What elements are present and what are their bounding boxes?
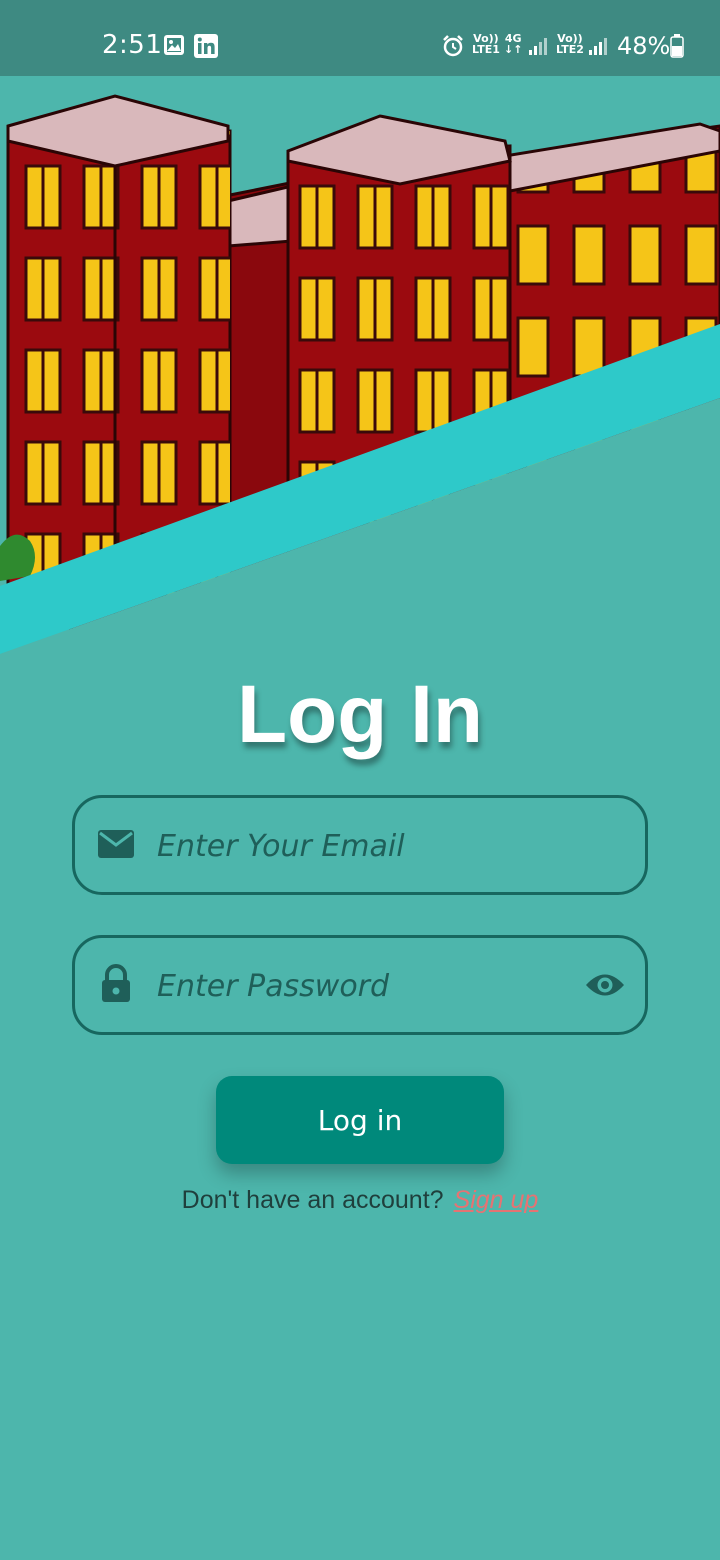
building-illustration (0, 76, 720, 666)
sim1-volte-label: Vo)) LTE1 (472, 32, 500, 56)
password-input[interactable] (157, 960, 577, 1012)
sim2-volte-label: Vo)) LTE2 (556, 32, 584, 56)
battery-percentage: 48% (617, 32, 671, 60)
lock-icon (99, 964, 133, 1009)
signup-link[interactable]: Sign up (454, 1186, 539, 1214)
battery-icon (670, 34, 684, 63)
signal-icon (588, 36, 608, 61)
toggle-password-visibility-icon[interactable] (585, 970, 625, 1005)
login-button[interactable]: Log in (216, 1076, 504, 1164)
gallery-icon (163, 34, 185, 61)
signal-icon (528, 36, 548, 61)
linkedin-icon (194, 34, 218, 63)
email-field[interactable] (72, 795, 648, 895)
password-field[interactable] (72, 935, 648, 1035)
alarm-icon (441, 34, 465, 63)
mail-icon (97, 828, 135, 865)
status-time: 2:51 (102, 30, 163, 60)
network-4g-label: 4G ↓↑ (504, 32, 523, 56)
signup-row: Don't have an account? Sign up (0, 1186, 720, 1215)
signup-prompt: Don't have an account? (181, 1186, 444, 1214)
status-bar: 2:51 Vo)) LTE1 4G ↓↑ Vo)) LTE2 48% (0, 0, 720, 76)
email-input[interactable] (157, 820, 577, 872)
page-title: Log In (237, 669, 483, 760)
